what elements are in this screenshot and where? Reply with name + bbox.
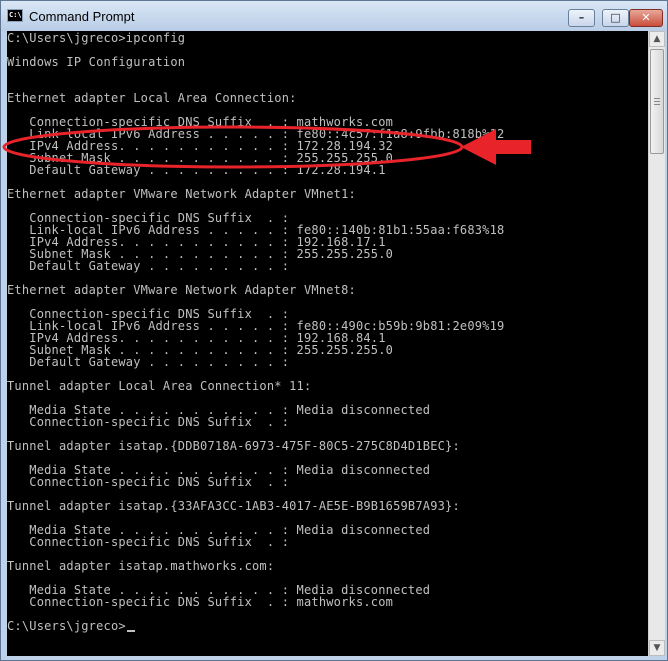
console-line: Ethernet adapter VMware Network Adapter … <box>7 283 356 297</box>
command-prompt-icon: C:\ <box>7 9 23 22</box>
console-line: Connection-specific DNS Suffix . : <box>7 535 290 549</box>
text-cursor <box>126 630 135 632</box>
console-line: Default Gateway . . . . . . . . . : <box>7 355 290 369</box>
title-bar[interactable]: C:\ Command Prompt – □ ✕ <box>1 1 667 31</box>
console-line: Ethernet adapter Local Area Connection: <box>7 91 297 105</box>
console-line: Tunnel adapter isatap.{DDB0718A-6973-475… <box>7 439 460 453</box>
window-title: Command Prompt <box>29 9 135 24</box>
vertical-scrollbar[interactable]: ▲ ▼ <box>648 31 665 656</box>
console-line: Tunnel adapter isatap.mathworks.com: <box>7 559 275 573</box>
scroll-down-icon[interactable]: ▼ <box>649 640 665 656</box>
console-line: Connection-specific DNS Suffix . : mathw… <box>7 595 394 609</box>
console-line: Default Gateway . . . . . . . . . : <box>7 259 290 273</box>
minimize-button[interactable]: – <box>568 9 595 27</box>
console-line: Windows IP Configuration <box>7 55 186 69</box>
scrollbar-thumb[interactable] <box>650 49 664 154</box>
maximize-button[interactable]: □ <box>602 9 629 27</box>
console-line: Connection-specific DNS Suffix . : <box>7 415 290 429</box>
console-line: C:\Users\jgreco>ipconfig <box>7 31 186 45</box>
console-output[interactable]: C:\Users\jgreco>ipconfig Windows IP Confi… <box>7 31 648 656</box>
command-prompt-window: C:\ Command Prompt – □ ✕ C:\Users\jgreco… <box>0 0 668 661</box>
close-button[interactable]: ✕ <box>629 9 663 27</box>
console-line: C:\Users\jgreco> <box>7 620 135 632</box>
console-line: Default Gateway . . . . . . . . . : 172.… <box>7 163 386 177</box>
console-line: Tunnel adapter Local Area Connection* 11… <box>7 379 312 393</box>
console-line: Ethernet adapter VMware Network Adapter … <box>7 187 356 201</box>
scroll-up-icon[interactable]: ▲ <box>649 31 665 47</box>
console-line: Connection-specific DNS Suffix . : <box>7 475 290 489</box>
console-line: Tunnel adapter isatap.{33AFA3CC-1AB3-401… <box>7 499 460 513</box>
